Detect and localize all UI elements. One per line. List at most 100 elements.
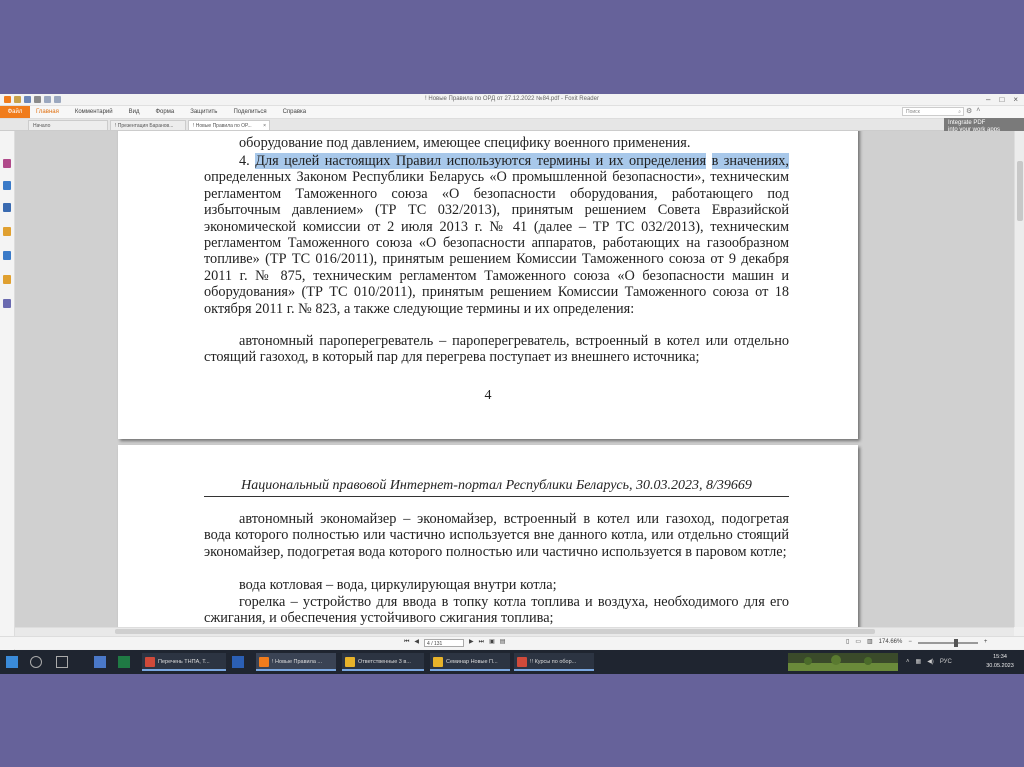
first-page-icon[interactable]: ⏮ [404,638,409,647]
taskbar-button-powerpoint[interactable]: !! Курсы по обор... [514,653,594,671]
status-bar: ⏮ ◀ 4 / 131 ▶ ⏭ ▣ ▤ ▯ ▭ ▥ 174.66% − + [0,636,1024,649]
window-title: ! Новые Правила по ОРД от 27.12.2022 №84… [425,96,599,102]
folder-icon [433,657,443,667]
clock-date: 30.05.2023 [986,663,1014,669]
search-input[interactable]: Поиск ⌕ [902,107,964,116]
ribbon-tab-list: Главная Комментарий Вид Форма Защитить П… [36,106,306,118]
screenshot: ! Новые Правила по ОРД от 27.12.2022 №84… [0,94,1024,674]
minimize-icon[interactable]: – [986,95,990,104]
tab-label: ! Новые Правила по ОР... [193,123,252,129]
close-tab-icon[interactable]: × [263,121,266,130]
pages-icon[interactable] [3,181,11,190]
tab-start[interactable]: Начало [28,120,108,130]
scroll-thumb[interactable] [1017,161,1023,221]
layers-icon[interactable] [3,203,11,212]
tab-label: ! Презентация Баранов... [115,123,174,129]
clock-time: 15:34 [993,654,1007,660]
paragraph-autonomous-economizer: автономный экономайзер – экономайзер, вс… [204,511,789,560]
taskbar-button-folder[interactable]: Семинар Новые П... [430,653,510,671]
volume-icon[interactable]: ◀) [927,655,934,669]
zoom-slider-handle[interactable] [953,638,958,647]
lock-icon[interactable] [3,275,11,284]
selected-text[interactable]: в значениях, [711,153,789,169]
selected-text[interactable]: Для целей настоящих Правил используются … [255,153,707,169]
weather-widget[interactable] [788,653,898,671]
text-line-top: оборудование под давлением, имеющее спец… [239,135,691,151]
network-icon[interactable]: ▦ [916,655,922,669]
taskbar: Перечень ТНПА, Т... ! Новые Правила ... … [0,650,1024,674]
tab-help[interactable]: Справка [283,106,307,118]
start-icon[interactable] [6,656,18,668]
tab-file[interactable]: Файл [0,106,30,118]
clock[interactable]: 15:34 30.05.2023 [978,653,1022,671]
scroll-thumb[interactable] [115,629,875,634]
window-controls: – □ × [986,95,1018,104]
taskbar-label: Семинар Новые П... [446,659,498,665]
prev-page-icon[interactable]: ◀ [414,638,419,647]
page-header: Национальный правовой Интернет-портал Ре… [204,478,789,497]
pdf-page-4: оборудование под давлением, имеющее спец… [118,131,858,439]
task-view-icon[interactable] [56,656,68,668]
tab-label: Начало [33,123,51,129]
taskbar-button-foxit[interactable]: ! Новые Правила ... [256,653,336,671]
ribbon-tabs: Файл Главная Комментарий Вид Форма Защит… [0,106,1024,119]
taskbar-label: Ответственные 3 в... [358,659,411,665]
tab-presentation[interactable]: ! Презентация Баранов... [110,120,186,130]
signature-icon[interactable] [3,299,11,308]
language-indicator[interactable]: РУС [940,655,952,669]
attachment-icon[interactable] [3,251,11,260]
gear-icon[interactable]: ⚙ [966,107,972,115]
search-icon[interactable] [30,656,42,668]
excel-icon[interactable] [118,656,130,668]
paragraph-4: 4. Для целей настоящих Правил используют… [204,153,789,317]
tab-form[interactable]: Форма [156,106,175,118]
comments-icon[interactable] [3,227,11,236]
page-number-input[interactable]: 4 / 131 [424,638,465,647]
page-navigation: ⏮ ◀ 4 / 131 ▶ ⏭ ▣ ▤ [404,638,505,647]
taskbar-label: ! Новые Правила ... [272,659,322,665]
zoom-value[interactable]: 174.66% [879,638,903,647]
zoom-controls: ▯ ▭ ▥ 174.66% − + [846,638,987,647]
chevron-up-icon[interactable]: ˄ [906,655,910,669]
tab-view[interactable]: Вид [129,106,140,118]
paragraph-burner: горелка – устройство для ввода в топку к… [204,594,789,627]
left-sidebar [0,131,15,651]
title-bar: ! Новые Правила по ОРД от 27.12.2022 №84… [0,94,1024,106]
paragraph-number: 4. [239,153,250,169]
next-page-icon[interactable]: ▶ [469,638,474,647]
taskbar-button-chrome[interactable]: Перечень ТНПА, Т... [142,653,226,671]
system-tray: ˄ ▦ ◀) РУС [906,655,952,669]
maximize-icon[interactable]: □ [999,95,1004,104]
zoom-out-icon[interactable]: − [908,638,912,647]
facing-page-icon[interactable]: ▥ [867,638,873,647]
horizontal-scrollbar[interactable] [15,627,1014,636]
single-page-icon[interactable]: ▯ [846,638,849,647]
tab-share[interactable]: Поделиться [233,106,266,118]
fit-page-icon[interactable]: ▣ [489,638,495,647]
search-placeholder: Поиск [906,109,920,115]
zoom-in-icon[interactable]: + [984,638,988,647]
fit-width-icon[interactable]: ▤ [500,638,506,647]
tab-comment[interactable]: Комментарий [75,106,113,118]
zoom-slider[interactable] [917,638,978,647]
paragraph-autonomous-superheater: автономный пароперегреватель – пароперег… [204,333,789,366]
foxit-icon [259,657,269,667]
word-icon[interactable] [232,656,244,668]
chevron-up-icon[interactable]: ˄ [976,107,980,115]
vertical-scrollbar[interactable] [1014,131,1024,627]
close-icon[interactable]: × [1013,95,1018,104]
continuous-page-icon[interactable]: ▭ [855,638,861,647]
document-viewport[interactable]: оборудование под давлением, имеющее спец… [15,131,1014,627]
taskbar-button-folder[interactable]: Ответственные 3 в... [342,653,424,671]
tab-protect[interactable]: Защитить [190,106,217,118]
tab-current-document[interactable]: ! Новые Правила по ОР... × [188,120,270,130]
bookmark-icon[interactable] [3,159,11,168]
promo-line-1: Integrate PDF [948,120,986,126]
tab-home[interactable]: Главная [36,106,59,118]
chrome-icon [145,657,155,667]
folder-icon [345,657,355,667]
paragraph-boiler-water: вода котловая – вода, циркулирующая внут… [239,577,557,593]
paragraph-text: определенных Законом Республики Беларусь… [204,169,789,317]
app-icon[interactable] [94,656,106,668]
last-page-icon[interactable]: ⏭ [479,638,484,647]
